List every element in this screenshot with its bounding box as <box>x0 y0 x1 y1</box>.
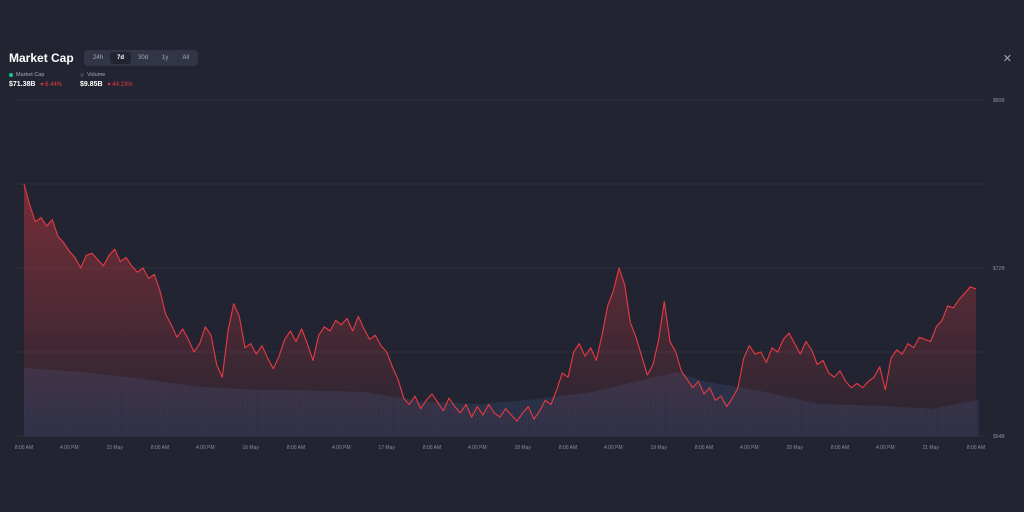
x-tick-label: 8:00 AM <box>15 445 33 451</box>
x-axis-ticks: 8:00 AM 4:00 PM 15 May 8:00 AM 4:00 PM 16 May… <box>15 445 985 451</box>
market-cap-chart[interactable]: $80B$72B$64B 8:00 AM 4:00 PM 15 May 8:00 AM… <box>0 0 1024 512</box>
market-cap-area <box>24 184 976 436</box>
y-tick-label: $72B <box>993 266 1005 272</box>
x-tick-label: 8:00 AM <box>423 445 441 451</box>
x-tick-label: 4:00 PM <box>740 445 759 451</box>
x-tick-label: 4:00 PM <box>604 445 623 451</box>
x-tick-label: 4:00 PM <box>332 445 351 451</box>
x-tick-label: 18 May <box>514 445 531 451</box>
x-tick-label: 8:00 AM <box>559 445 577 451</box>
x-tick-label: 15 May <box>106 445 123 451</box>
x-tick-label: 8:00 AM <box>151 445 169 451</box>
x-tick-label: 19 May <box>650 445 667 451</box>
x-tick-label: 4:00 PM <box>468 445 487 451</box>
x-tick-label: 20 May <box>786 445 803 451</box>
x-tick-label: 8:00 AM <box>287 445 305 451</box>
x-tick-label: 8:00 AM <box>967 445 985 451</box>
x-tick-label: 4:00 PM <box>60 445 79 451</box>
y-tick-label: $64B <box>993 434 1005 440</box>
x-tick-label: 21 May <box>922 445 939 451</box>
x-tick-label: 8:00 AM <box>695 445 713 451</box>
x-tick-label: 16 May <box>242 445 259 451</box>
x-tick-label: 17 May <box>378 445 395 451</box>
volume-bar <box>976 400 979 436</box>
x-tick-label: 4:00 PM <box>196 445 215 451</box>
y-tick-label: $80B <box>993 98 1005 104</box>
y-axis-ticks: $80B $72B $64B <box>993 98 1005 440</box>
x-tick-label: 8:00 AM <box>831 445 849 451</box>
x-tick-label: 4:00 PM <box>876 445 895 451</box>
